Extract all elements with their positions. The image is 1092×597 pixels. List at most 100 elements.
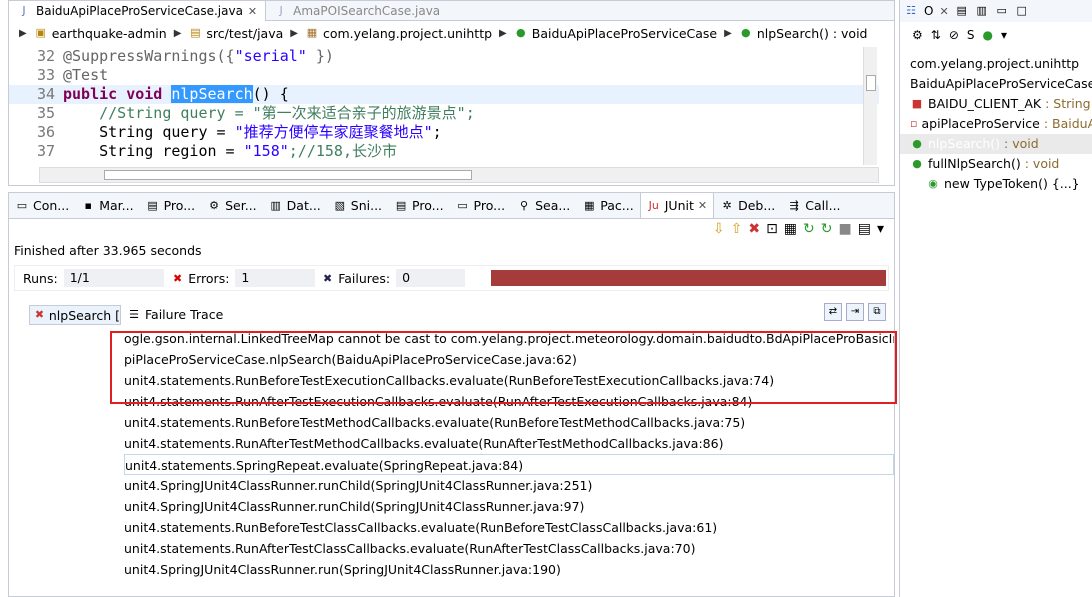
- trace-line[interactable]: unit4.SpringJUnit4ClassRunner.runChild(S…: [124, 496, 894, 517]
- breadcrumb-method[interactable]: ● nlpSearch() : void: [739, 26, 867, 41]
- breadcrumb: ▶ ▣ earthquake-admin ▶ ▤ src/test/java ▶ ▦…: [9, 21, 894, 45]
- tab-console[interactable]: ▭ Con...: [9, 193, 75, 218]
- finished-status: Finished after 33.965 seconds: [14, 243, 202, 258]
- chevron-right-icon: ▶: [724, 27, 732, 39]
- trace-line-selected[interactable]: unit4.statements.SpringRepeat.evaluate(S…: [124, 454, 894, 475]
- copy-trace-icon[interactable]: ⧉: [868, 303, 886, 321]
- history-icon[interactable]: ▦: [784, 221, 797, 237]
- tab-progress[interactable]: ▭ Pro...: [450, 193, 512, 218]
- editor-tab-bar: J BaiduApiPlaceProServiceCase.java ✕ J A…: [9, 1, 894, 21]
- editor-tab-inactive[interactable]: J AmaPOISearchCase.java: [266, 1, 448, 21]
- progress-icon: ▭: [457, 198, 468, 212]
- tab-snippets[interactable]: ▧ Sni...: [327, 193, 388, 218]
- previous-failure-icon[interactable]: ⇧: [731, 221, 743, 237]
- tab-debug[interactable]: ✲ Deb...: [714, 193, 781, 218]
- close-icon[interactable]: ✕: [248, 5, 257, 18]
- hide-static-icon[interactable]: S: [967, 28, 975, 42]
- view-menu-chevron-down-icon[interactable]: ▾: [1001, 28, 1007, 42]
- trace-line[interactable]: unit4.SpringJUnit4ClassRunner.run(Spring…: [124, 559, 894, 580]
- task-list-icon[interactable]: ▤: [955, 4, 969, 18]
- editor-tab-active[interactable]: J BaiduApiPlaceProServiceCase.java ✕: [9, 1, 267, 21]
- code-line: 33 @Test: [9, 66, 879, 85]
- outline-item-field[interactable]: ■ BAIDU_CLIENT_AK : String: [900, 94, 1092, 114]
- trace-line[interactable]: unit4.statements.RunBeforeTestClassCallb…: [124, 517, 894, 538]
- rerun-failed-icon[interactable]: ↻: [821, 221, 833, 237]
- static-final-field-icon: ■: [911, 97, 923, 110]
- view-menu-chevron-down-icon[interactable]: ▾: [877, 221, 884, 237]
- minimize-icon[interactable]: ▭: [995, 4, 1009, 18]
- scroll-lock-icon[interactable]: ⊡: [766, 221, 778, 237]
- maximize-icon[interactable]: □: [1015, 4, 1029, 18]
- line-number: 36: [36, 123, 55, 141]
- editor-tab-label: BaiduApiPlaceProServiceCase.java: [36, 4, 243, 18]
- hide-nonpublic-icon[interactable]: ●: [983, 28, 993, 42]
- method-icon: ●: [912, 157, 922, 170]
- outline-item-field[interactable]: ▫apiPlaceProService : BaiduAp: [900, 114, 1092, 134]
- trace-line[interactable]: ogle.gson.internal.LinkedTreeMap cannot …: [124, 328, 894, 349]
- tab-problems[interactable]: ▤ Pro...: [388, 193, 450, 218]
- snippets-icon: ▧: [334, 198, 345, 212]
- sort-icon[interactable]: ⇅: [931, 28, 941, 42]
- code-area[interactable]: 32 @SuppressWarnings({"serial" }) 33 @Test…: [9, 47, 879, 165]
- private-field-icon: ▫: [910, 117, 918, 130]
- outline-item-method[interactable]: ● fullNlpSearch() : void: [900, 154, 1092, 174]
- scroll-thumb[interactable]: [104, 170, 472, 180]
- tab-outline[interactable]: O: [924, 4, 933, 18]
- trace-line[interactable]: piPlaceProServiceCase.nlpSearch(BaiduApi…: [124, 349, 894, 370]
- editor-horizontal-scrollbar[interactable]: [39, 167, 879, 183]
- breadcrumb-project[interactable]: ▣ earthquake-admin: [34, 26, 167, 41]
- chevron-right-icon: ▶: [173, 27, 182, 39]
- trace-line[interactable]: unit4.statements.RunBeforeTestExecutionC…: [124, 370, 894, 391]
- tab-properties[interactable]: ▤ Pro...: [140, 193, 202, 218]
- focus-icon[interactable]: ⚙: [912, 28, 923, 42]
- tab-servers[interactable]: ⚙ Ser...: [201, 193, 263, 218]
- trace-line[interactable]: unit4.SpringJUnit4ClassRunner.runChild(S…: [124, 475, 894, 496]
- line-number: 32: [36, 47, 55, 65]
- breadcrumb-class[interactable]: ● BaiduApiPlaceProServiceCase: [514, 26, 717, 41]
- hide-fields-icon[interactable]: ⊘: [949, 28, 959, 42]
- next-failure-icon[interactable]: ⇩: [713, 221, 725, 237]
- package-icon: ▦: [584, 198, 595, 212]
- errors-counter: ✖ Errors: 1: [165, 269, 315, 287]
- tab-search[interactable]: ⚲ Sea...: [511, 193, 576, 218]
- trace-line[interactable]: unit4.statements.RunAfterTestExecutionCa…: [124, 391, 894, 412]
- servers-icon: ⚙: [209, 198, 220, 212]
- filter-stack-icon[interactable]: ⇥: [846, 303, 864, 321]
- trace-line[interactable]: unit4.statements.RunAfterTestMethodCallb…: [124, 433, 894, 454]
- outline-item-package[interactable]: com.yelang.project.unihttp: [900, 54, 1092, 74]
- breadcrumb-source-folder[interactable]: ▤ src/test/java: [188, 26, 283, 41]
- outline-item-class[interactable]: BaiduApiPlaceProServiceCase: [900, 74, 1092, 94]
- search-icon: ⚲: [520, 198, 529, 212]
- compare-result-icon[interactable]: ⇄: [824, 303, 842, 321]
- java-file-icon: J: [279, 4, 283, 17]
- scroll-thumb[interactable]: [866, 75, 876, 91]
- tab-package[interactable]: ▦ Pac...: [576, 193, 639, 218]
- outline-toolbar: ⚙ ⇅ ⊘ S ● ▾: [900, 22, 1092, 48]
- show-failures-only-icon[interactable]: ✖: [748, 221, 760, 237]
- chevron-right-icon: ▶: [499, 27, 507, 39]
- failure-icon: ✖: [323, 271, 333, 285]
- tab-markers[interactable]: ▪ Mar...: [75, 193, 139, 218]
- debug-icon: ✲: [722, 198, 732, 212]
- editor-vertical-scrollbar[interactable]: [863, 47, 877, 165]
- outline-item-anonymous-class[interactable]: ◉ new TypeToken() {...}: [900, 174, 1092, 194]
- outline-item-method-selected[interactable]: ● nlpSearch() : void: [900, 134, 1092, 154]
- trace-line[interactable]: unit4.statements.RunBeforeTestMethodCall…: [124, 412, 894, 433]
- close-icon[interactable]: ✕: [698, 199, 707, 212]
- close-icon[interactable]: ✕: [939, 5, 948, 18]
- package-icon: ▦: [306, 26, 318, 39]
- runs-counter: Runs: 1/1: [15, 269, 165, 287]
- tab-call-hierarchy[interactable]: ⇶ Call...: [781, 193, 846, 218]
- anonymous-class-icon: ◉: [928, 177, 938, 190]
- test-run-history-icon[interactable]: ▤: [858, 221, 871, 237]
- tab-data-source[interactable]: ▥ Dat...: [263, 193, 327, 218]
- tab-junit[interactable]: Ju JUnit ✕: [639, 193, 715, 218]
- type-hierarchy-icon[interactable]: ▥: [975, 4, 989, 18]
- breadcrumb-package[interactable]: ▦ com.yelang.project.unihttp: [305, 26, 492, 41]
- stop-icon[interactable]: ■: [839, 221, 852, 237]
- trace-line[interactable]: unit4.statements.RunAfterTestClassCallba…: [124, 538, 894, 559]
- test-tree-item[interactable]: ✖ nlpSearch [: [29, 305, 121, 325]
- line-number: 33: [36, 66, 55, 84]
- source-folder-icon: ▤: [190, 26, 201, 39]
- rerun-icon[interactable]: ↻: [803, 221, 815, 237]
